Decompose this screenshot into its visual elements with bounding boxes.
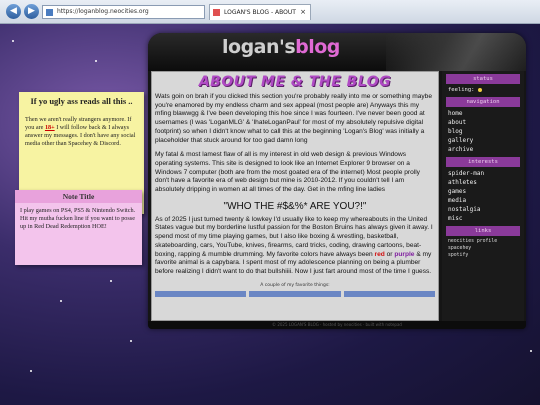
smiley-icon xyxy=(477,87,482,92)
page-title: ABOUT ME & THE BLOG xyxy=(198,74,392,90)
header-decoration xyxy=(386,33,526,71)
blog-header: logan'sblog xyxy=(148,33,526,71)
blog-window: logan'sblog ABOUT ME & THE BLOG Wats goi… xyxy=(148,33,526,329)
tab-title: LOGAN'S BLOG - ABOUT xyxy=(224,9,296,16)
blog-footer: © 2025 LOGAN'S BLOG · hosted by neocitie… xyxy=(148,321,526,329)
background-star xyxy=(110,280,112,282)
note-body: I play games on PS4, PS5 & Nintendo Swit… xyxy=(20,207,136,231)
photo-thumbnail[interactable] xyxy=(343,290,435,297)
tab-favicon-icon xyxy=(213,9,220,16)
age-emphasis: 18+ xyxy=(44,124,55,132)
sidebar-heading: status xyxy=(446,74,520,84)
external-link-spacehey[interactable]: spacehey xyxy=(442,245,524,252)
photo-caption: A couple of my favorite things: xyxy=(260,282,330,288)
browser-toolbar: ◀ ▶ https://loganblog.neocities.org LOGA… xyxy=(0,0,540,24)
interest-link-spider-man[interactable]: spider-man xyxy=(442,169,524,178)
background-star xyxy=(30,370,32,372)
nav-link-archive[interactable]: archive xyxy=(442,145,524,154)
forward-button[interactable]: ▶ xyxy=(24,4,39,19)
favorite-things-photos xyxy=(155,290,435,297)
about-paragraph: Wats goin on brah if you clicked this se… xyxy=(155,93,432,144)
about-paragraph: My fatal & most lamest flaw of all is my… xyxy=(155,151,420,194)
blog-logo[interactable]: logan'sblog xyxy=(222,36,340,58)
tab-close-icon[interactable]: × xyxy=(300,5,306,20)
background-star xyxy=(60,300,62,302)
nav-link-about[interactable]: about xyxy=(442,118,524,127)
address-text: https://loganblog.neocities.org xyxy=(57,8,149,15)
site-favicon-icon xyxy=(46,9,53,16)
browser-tab[interactable]: LOGAN'S BLOG - ABOUT × xyxy=(209,4,311,20)
external-link-neocities[interactable]: neocities profile xyxy=(442,238,524,245)
photo-thumbnail[interactable] xyxy=(155,290,247,297)
address-bar[interactable]: https://loganblog.neocities.org xyxy=(42,5,205,19)
interest-link-media[interactable]: media xyxy=(442,196,524,205)
back-button[interactable]: ◀ xyxy=(6,4,21,19)
note-body: Then we aren't really strangers anymore.… xyxy=(25,116,136,148)
interest-link-athletes[interactable]: athletes xyxy=(442,178,524,187)
sidebar-heading: links xyxy=(446,226,520,236)
about-paragraph: As of 2025 I just turned twenty & lowkey… xyxy=(155,215,433,275)
photo-thumbnail[interactable] xyxy=(249,290,341,297)
background-star xyxy=(130,340,132,342)
feeling-status: feeling: xyxy=(442,86,524,94)
purple-word: purple xyxy=(394,250,415,258)
interest-link-misc[interactable]: misc xyxy=(442,214,524,223)
red-word: red xyxy=(374,250,385,258)
sidebar-heading: navigation xyxy=(446,97,520,107)
sidebar-heading: interests xyxy=(446,157,520,167)
nav-link-gallery[interactable]: gallery xyxy=(442,136,524,145)
nav-link-home[interactable]: home xyxy=(442,109,524,118)
interest-link-nostalgia[interactable]: nostalgia xyxy=(442,205,524,214)
background-star xyxy=(530,350,532,352)
main-content: ABOUT ME & THE BLOG Wats goin on brah if… xyxy=(151,71,439,321)
sidebar: status feeling: navigation home about bl… xyxy=(442,71,524,321)
external-link-spotify[interactable]: spotify xyxy=(442,252,524,259)
section-heading: "WHO THE #$&%* ARE YOU?!" xyxy=(223,200,367,212)
nav-link-blog[interactable]: blog xyxy=(442,127,524,136)
note-title: If yo ugly ass reads all this .. xyxy=(30,96,133,106)
background-star xyxy=(95,60,97,62)
interest-link-games[interactable]: games xyxy=(442,187,524,196)
background-star xyxy=(12,40,14,42)
note-title: Note Title xyxy=(15,190,142,203)
sticky-note-pink[interactable]: Note Title I play games on PS4, PS5 & Ni… xyxy=(15,190,142,265)
